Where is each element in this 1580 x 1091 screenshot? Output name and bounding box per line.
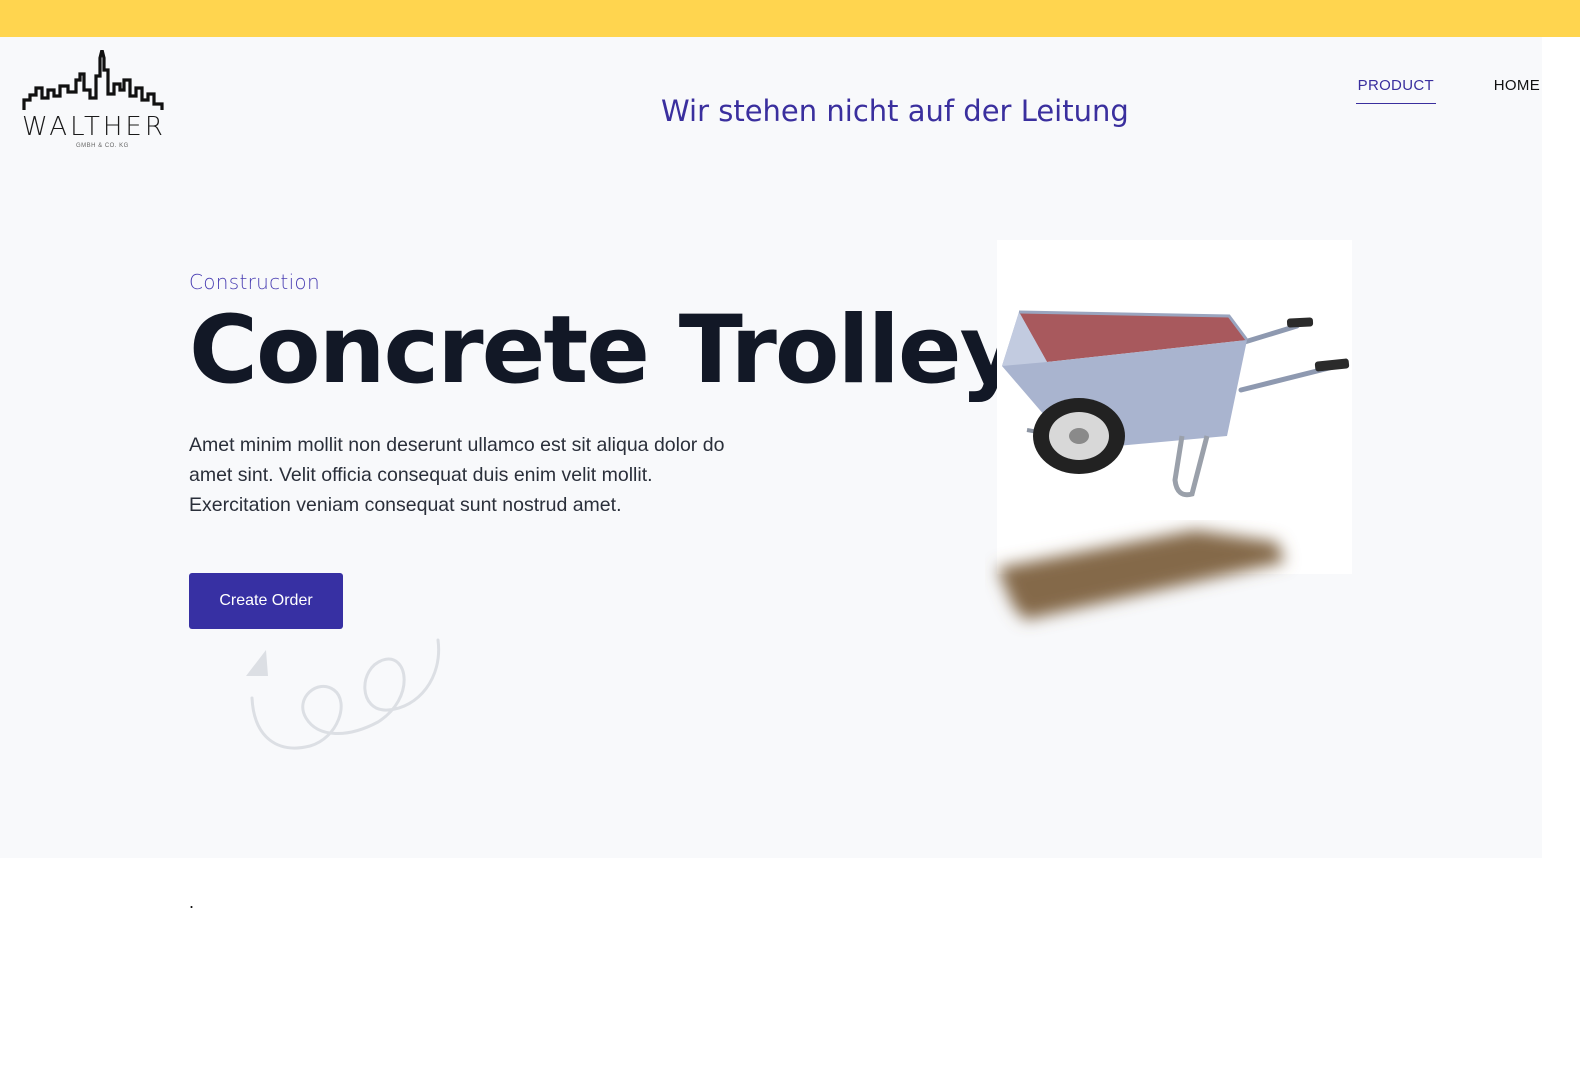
nav-item-home[interactable]: HOME (1494, 75, 1540, 104)
brand-subline: GMBH & CO. KG (76, 143, 129, 149)
product-category: Construction (189, 270, 320, 294)
hero-text-block: Construction Concrete Trolley (189, 270, 1021, 405)
create-order-button[interactable]: Create Order (189, 573, 343, 629)
brand-logo[interactable]: WALTHER GMBH & CO. KG (20, 50, 182, 156)
city-skyline-icon (22, 50, 164, 110)
main-nav: PRODUCT HOME (1355, 75, 1540, 104)
product-shadow (997, 530, 1285, 620)
footer-dot: . (189, 892, 195, 912)
loop-arrow-icon (246, 638, 441, 750)
product-description: Amet minim mollit non deserunt ullamco e… (189, 434, 725, 516)
product-title: Concrete Trolley (189, 296, 1021, 405)
brand-name: WALTHER (22, 112, 166, 142)
top-stripe (0, 0, 1580, 37)
nav-item-product[interactable]: PRODUCT (1355, 75, 1436, 104)
header-slogan: Wir stehen nicht auf der Leitung (661, 94, 1129, 128)
